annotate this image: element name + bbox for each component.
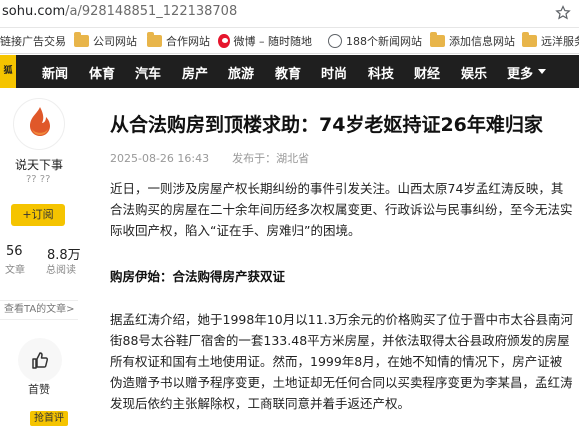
folder-icon [147, 32, 162, 47]
nav-finance[interactable]: 财经 [414, 63, 440, 82]
nav-news[interactable]: 新闻 [42, 63, 68, 82]
article-title: 从合法购房到顶楼求助：74岁老妪持证26年难归家 [110, 114, 543, 136]
author-badges: ?? ?? [26, 174, 51, 185]
bookmarks-bar: 链接广告交易 公司网站 合作网站 微博 – 随时随地 188个新闻网站 添加信息… [0, 28, 579, 54]
bookmark-add-info-sites[interactable]: 添加信息网站 [430, 32, 515, 49]
bookmark-label: 合作网站 [166, 35, 210, 48]
author-sidebar: 说天下事 ?? ?? +订阅 56 文章 8.8万 总阅读 查看TA的文章> 首… [0, 88, 82, 430]
folder-icon [522, 32, 537, 47]
article-paragraph: 据孟红涛介绍，她于1998年10月以11.3万余元的价格购买了位于晋中市太谷县南… [110, 312, 574, 411]
flame-logo-icon [30, 107, 50, 136]
article-subheading: 购房伊始：合法购得房产获双证 [110, 269, 286, 284]
nav-sports[interactable]: 体育 [89, 63, 115, 82]
nav-auto[interactable]: 汽车 [135, 63, 161, 82]
bookmark-label: 添加信息网站 [449, 35, 515, 48]
nav-tech[interactable]: 科技 [368, 63, 394, 82]
avatar[interactable] [13, 98, 65, 150]
sohu-logo[interactable]: 狐 [0, 55, 16, 88]
globe-icon [328, 34, 342, 48]
nav-realestate[interactable]: 房产 [182, 63, 208, 82]
bookmark-ocean-service[interactable]: 远洋服务 [522, 32, 579, 49]
bookmark-partner-sites[interactable]: 合作网站 [147, 32, 210, 49]
follow-button[interactable]: +订阅 [11, 204, 65, 226]
first-comment-tag[interactable]: 抢首评 [30, 411, 68, 426]
folder-icon [430, 32, 445, 47]
nav-more[interactable]: 更多 [507, 63, 533, 82]
article-count: 56 [6, 244, 23, 259]
article-paragraph: 近日，一则涉及房屋产权长期纠纷的事件引发关注。山西太原74岁孟红涛反映，其合法购… [110, 181, 573, 238]
publish-date: 2025-08-26 16:43 [110, 152, 210, 165]
bookmark-news-sites[interactable]: 188个新闻网站 [328, 33, 422, 49]
bookmark-weibo[interactable]: 微博 – 随时随地 [218, 33, 312, 49]
chevron-down-icon[interactable] [538, 69, 546, 74]
top-nav: 狐 新闻 体育 汽车 房产 旅游 教育 时尚 科技 财经 娱乐 更多 [0, 55, 579, 88]
publish-location: 发布于：湖北省 [232, 152, 310, 165]
bookmark-company-sites[interactable]: 公司网站 [74, 32, 137, 49]
article-meta: 2025-08-26 16:43 发布于：湖北省 [110, 150, 309, 166]
bookmark-label: 公司网站 [93, 35, 137, 48]
bookmark-label: 微博 – 随时随地 [233, 35, 313, 48]
bookmark-star-icon[interactable] [555, 5, 571, 21]
other-articles-link[interactable]: 查看TA的文章> [0, 300, 78, 320]
weibo-icon [218, 34, 230, 48]
read-count-label: 总阅读 [46, 265, 76, 276]
author-name[interactable]: 说天下事 [0, 156, 78, 173]
bookmark-label: 远洋服务 [541, 35, 579, 48]
bookmark-label: 188个新闻网站 [346, 35, 422, 48]
like-button[interactable] [18, 338, 62, 382]
url-text[interactable]: sohu.com/a/928148851_122138708 [2, 4, 237, 19]
article-count-label: 文章 [5, 265, 25, 276]
nav-education[interactable]: 教育 [275, 63, 301, 82]
nav-travel[interactable]: 旅游 [228, 63, 254, 82]
nav-entertainment[interactable]: 娱乐 [461, 63, 487, 82]
bookmark-label: 链接广告交易 [0, 35, 66, 48]
nav-fashion[interactable]: 时尚 [321, 63, 347, 82]
url-path: /a/928148851_122138708 [65, 4, 238, 19]
address-bar[interactable]: sohu.com/a/928148851_122138708 [0, 0, 579, 28]
like-label: 首赞 [28, 383, 50, 396]
thumbs-up-icon [32, 352, 49, 369]
url-host: sohu.com [2, 4, 66, 19]
bookmark-ad-exchange[interactable]: 链接广告交易 [0, 33, 66, 49]
folder-icon [74, 32, 89, 47]
